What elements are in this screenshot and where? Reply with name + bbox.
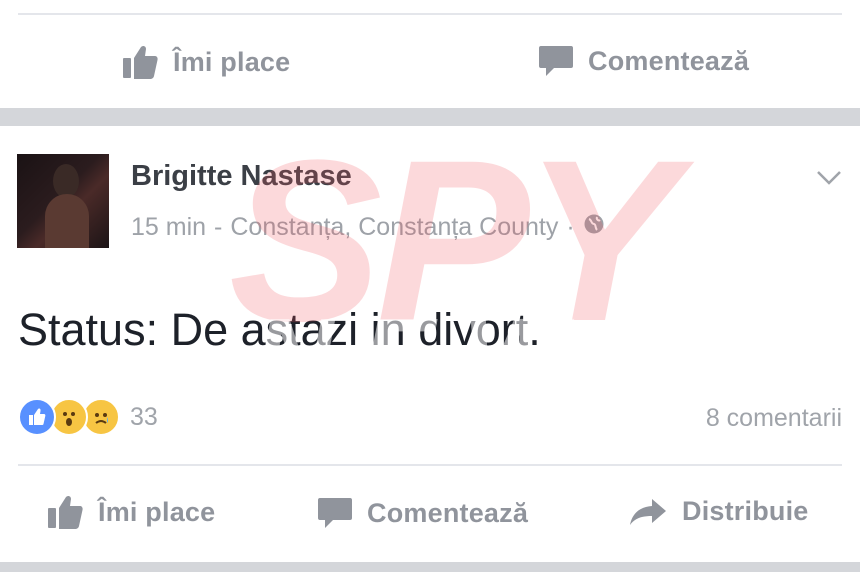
share-arrow-icon xyxy=(628,497,668,527)
feed-separator xyxy=(0,108,860,126)
comment-button[interactable]: Comentează xyxy=(317,496,528,530)
speech-bubble-icon xyxy=(538,44,574,78)
like-button[interactable]: Îmi place xyxy=(121,44,290,80)
share-label: Distribuie xyxy=(682,496,809,526)
like-label: Îmi place xyxy=(98,496,216,527)
comment-label: Comentează xyxy=(588,45,750,76)
feed-separator xyxy=(0,562,860,572)
avatar-head xyxy=(53,164,79,198)
meta-separator: · xyxy=(566,213,575,241)
avatar[interactable] xyxy=(17,154,109,248)
like-reaction-icon xyxy=(18,398,56,436)
thumbs-up-icon xyxy=(46,494,84,530)
comment-label: Comentează xyxy=(367,497,529,528)
chevron-down-icon[interactable] xyxy=(816,170,842,191)
globe-icon xyxy=(583,213,605,242)
post-author[interactable]: Brigitte Nastase xyxy=(131,160,352,193)
divider xyxy=(18,464,842,466)
previous-post-card: Îmi place Comentează xyxy=(0,0,860,108)
meta-separator: - xyxy=(214,213,223,241)
like-button[interactable]: Îmi place xyxy=(46,494,215,530)
speech-bubble-icon xyxy=(317,496,353,530)
post-status-text: Status: De astazi in divort. xyxy=(18,304,541,355)
reactions-summary[interactable]: 33 xyxy=(18,398,158,436)
post-time[interactable]: 15 min xyxy=(131,213,206,242)
thumbs-up-icon xyxy=(121,44,159,80)
avatar-body xyxy=(45,194,89,248)
feed-post: Brigitte Nastase 15 min - Constanța, Con… xyxy=(0,126,860,562)
reaction-count: 33 xyxy=(130,402,158,431)
post-location[interactable]: Constanța, Constanța County xyxy=(230,213,558,242)
comments-count-link[interactable]: 8 comentarii xyxy=(706,404,842,433)
like-label: Îmi place xyxy=(173,46,291,77)
comment-button[interactable]: Comentează xyxy=(538,44,749,78)
divider xyxy=(18,13,842,15)
share-button[interactable]: Distribuie xyxy=(628,496,809,527)
post-meta: 15 min - Constanța, Constanța County · xyxy=(131,213,605,242)
